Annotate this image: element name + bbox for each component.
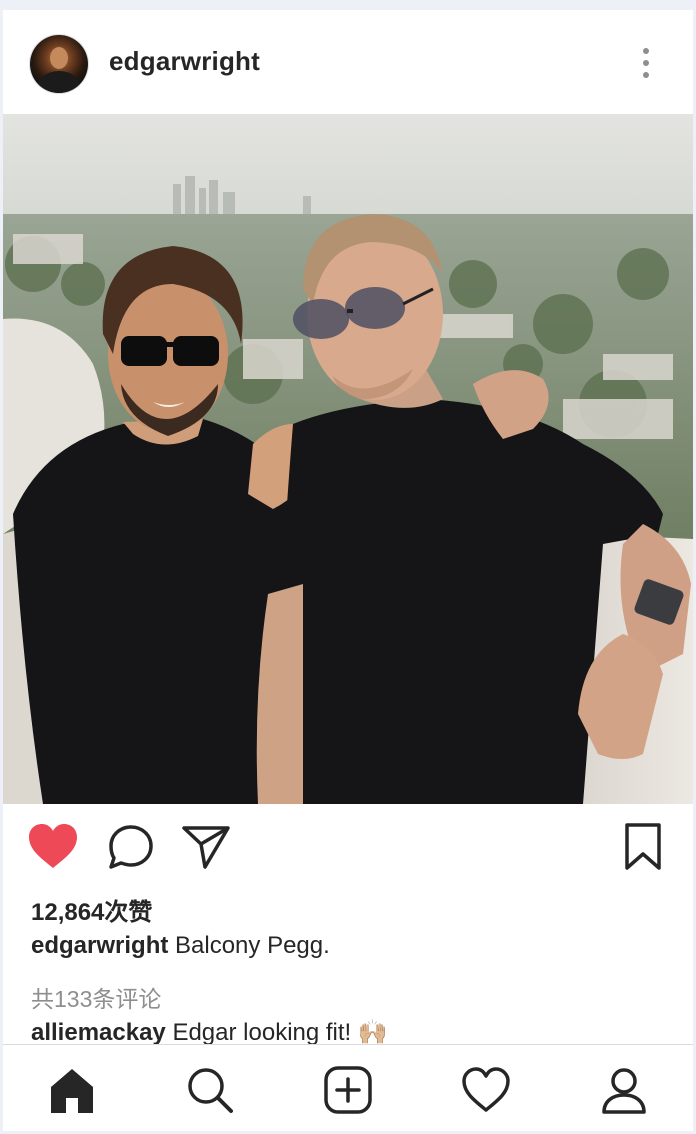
bottom-nav bbox=[3, 1044, 693, 1131]
activity-heart-icon bbox=[462, 1067, 510, 1112]
comment-item: alliemackay Edgar looking fit! 🙌🏼 bbox=[31, 1018, 388, 1047]
nav-activity[interactable] bbox=[461, 1065, 511, 1115]
likes-count[interactable]: 12,864次赞 bbox=[31, 892, 152, 927]
post-photo[interactable] bbox=[3, 114, 693, 804]
heart-filled-icon bbox=[29, 824, 77, 868]
add-post-icon bbox=[324, 1066, 372, 1114]
instagram-post-screen: edgarwright 12,864次赞 edgarwright Balcony… bbox=[3, 10, 693, 1131]
like-button[interactable] bbox=[27, 822, 79, 870]
comment-button[interactable] bbox=[107, 824, 155, 870]
caption-username[interactable]: edgarwright bbox=[31, 932, 168, 959]
comment-username[interactable]: alliemackay bbox=[31, 1019, 166, 1046]
caption-text: Balcony Pegg. bbox=[175, 932, 330, 959]
view-all-comments-link[interactable]: 共133条评论 bbox=[31, 980, 161, 1014]
nav-add-post[interactable] bbox=[323, 1065, 373, 1115]
post-username[interactable]: edgarwright bbox=[109, 46, 260, 77]
comment-bubble-icon bbox=[109, 825, 153, 869]
more-options-button[interactable] bbox=[635, 46, 657, 80]
comment-text: Edgar looking fit! 🙌🏼 bbox=[172, 1019, 388, 1046]
nav-home[interactable] bbox=[47, 1065, 97, 1115]
nav-search[interactable] bbox=[185, 1065, 235, 1115]
post-header: edgarwright bbox=[3, 10, 693, 114]
bookmark-icon bbox=[625, 823, 661, 870]
more-vertical-icon bbox=[643, 48, 649, 54]
share-button[interactable] bbox=[181, 824, 231, 870]
post-actions bbox=[3, 804, 693, 894]
nav-profile[interactable] bbox=[599, 1065, 649, 1115]
search-icon bbox=[188, 1068, 233, 1113]
home-icon bbox=[51, 1069, 93, 1113]
avatar[interactable] bbox=[30, 35, 88, 93]
paper-plane-icon bbox=[182, 826, 230, 869]
caption: edgarwright Balcony Pegg. bbox=[31, 932, 330, 960]
save-button[interactable] bbox=[623, 822, 663, 872]
profile-icon bbox=[602, 1068, 646, 1114]
